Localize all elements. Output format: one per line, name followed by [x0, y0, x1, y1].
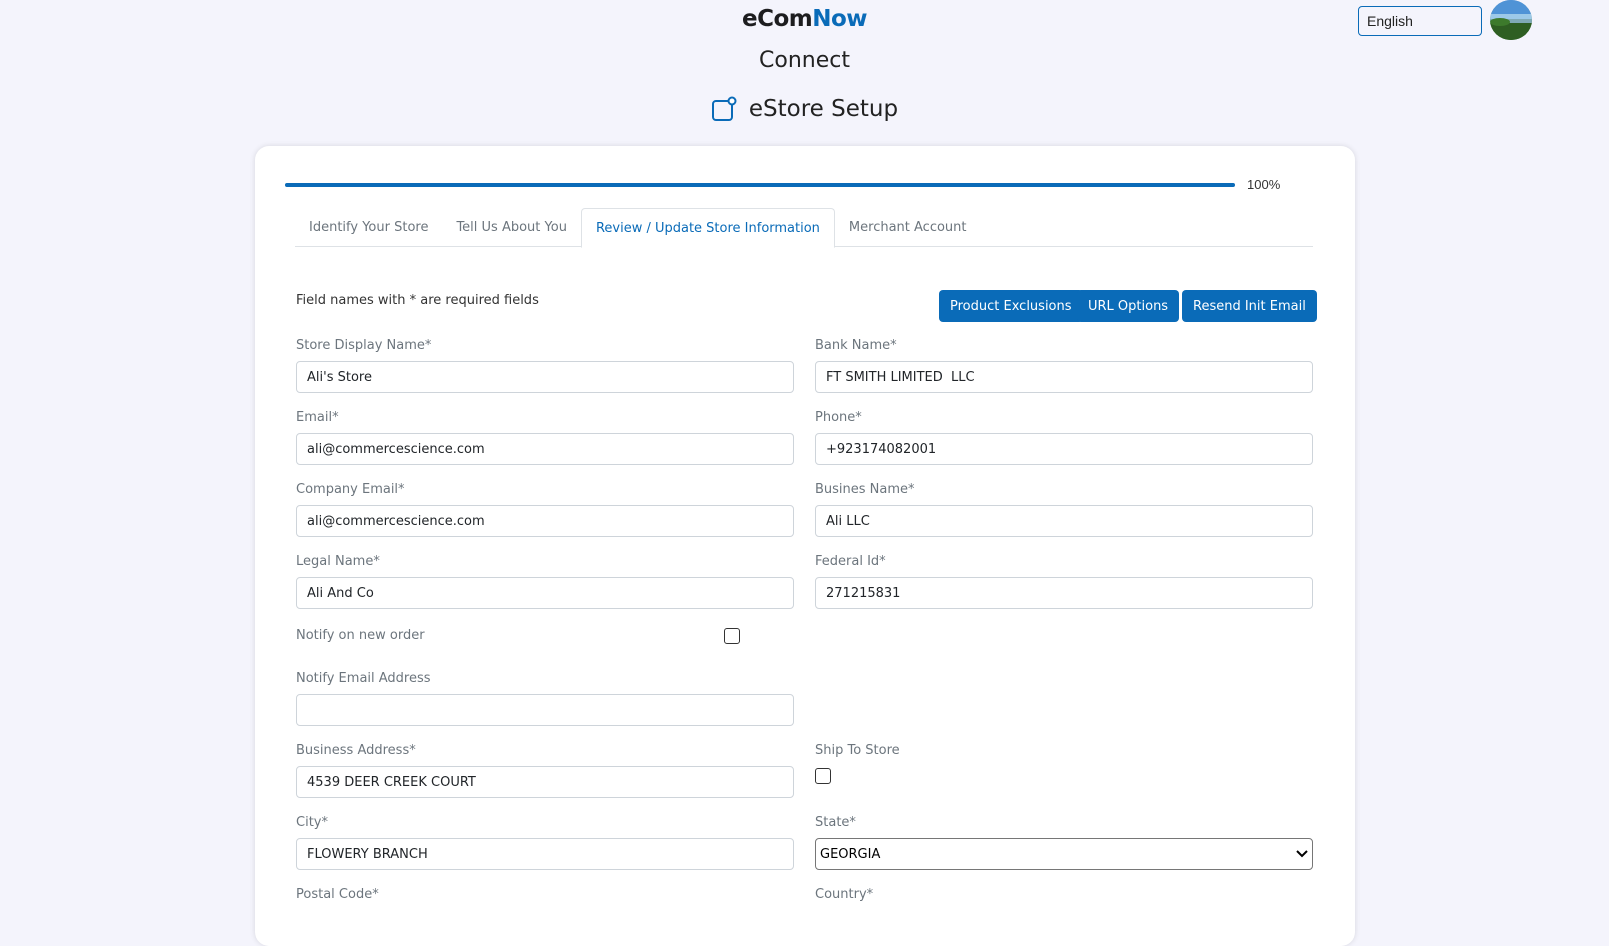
page-title-text: eStore Setup: [748, 96, 899, 122]
company-email-group: Company Email*: [296, 482, 794, 537]
postal-code-group: Postal Code*: [296, 887, 794, 910]
postal-code-label: Postal Code*: [296, 887, 379, 902]
email-label: Email*: [296, 410, 339, 425]
external-edit-icon: [711, 96, 737, 122]
user-avatar[interactable]: [1490, 0, 1532, 40]
tab-review-update-store-information[interactable]: Review / Update Store Information: [580, 208, 835, 248]
notify-email-address-group: Notify Email Address: [296, 671, 794, 726]
page-title: eStore Setup: [0, 96, 1609, 122]
notify-on-new-order-label: Notify on new order: [296, 628, 425, 643]
logo-text-now: Now: [812, 6, 868, 32]
phone-label: Phone*: [815, 410, 862, 425]
city-input[interactable]: [296, 838, 794, 870]
ship-to-store-label: Ship To Store: [815, 743, 900, 758]
store-display-name-group: Store Display Name*: [296, 338, 794, 393]
legal-name-label: Legal Name*: [296, 554, 380, 569]
store-display-name-label: Store Display Name*: [296, 338, 432, 353]
tab-identify-your-store[interactable]: Identify Your Store: [295, 208, 442, 247]
notify-on-new-order-checkbox[interactable]: [724, 628, 740, 644]
notify-email-address-input[interactable]: [296, 694, 794, 726]
company-email-label: Company Email*: [296, 482, 405, 497]
progress-bar: [285, 183, 1235, 187]
business-address-group: Business Address*: [296, 743, 794, 798]
email-input[interactable]: [296, 433, 794, 465]
logo-text-ecom: eCom: [741, 6, 813, 32]
app-subtitle: Connect: [759, 48, 850, 73]
url-options-button[interactable]: URL Options: [1077, 290, 1180, 322]
store-display-name-input[interactable]: [296, 361, 794, 393]
notify-email-address-label: Notify Email Address: [296, 671, 431, 686]
setup-card: 100% Identify Your Store Tell Us About Y…: [255, 146, 1355, 946]
legal-name-input[interactable]: [296, 577, 794, 609]
email-group: Email*: [296, 410, 794, 465]
business-address-label: Business Address*: [296, 743, 416, 758]
federal-id-input[interactable]: [815, 577, 1313, 609]
federal-id-label: Federal Id*: [815, 554, 886, 569]
bank-name-group: Bank Name*: [815, 338, 1313, 393]
business-name-label: Busines Name*: [815, 482, 915, 497]
product-exclusions-button[interactable]: Product Exclusions: [939, 290, 1083, 322]
state-label: State*: [815, 815, 856, 830]
progress-bar-fill: [285, 183, 1235, 187]
city-group: City*: [296, 815, 794, 870]
ship-to-store-group: Ship To Store: [815, 743, 1313, 789]
resend-init-email-button[interactable]: Resend Init Email: [1182, 290, 1317, 322]
state-select[interactable]: GEORGIA: [815, 838, 1313, 870]
company-email-input[interactable]: [296, 505, 794, 537]
state-select-value: GEORGIA: [820, 846, 881, 862]
chevron-down-icon: [1296, 850, 1308, 858]
federal-id-group: Federal Id*: [815, 554, 1313, 609]
business-name-input[interactable]: [815, 505, 1313, 537]
required-fields-note: Field names with * are required fields: [296, 293, 539, 308]
language-select[interactable]: English: [1358, 6, 1482, 36]
progress-label: 100%: [1247, 177, 1281, 192]
tab-tell-us-about-you[interactable]: Tell Us About You: [442, 208, 580, 247]
country-group: Country*: [815, 887, 1313, 910]
setup-tabs: Identify Your Store Tell Us About You Re…: [295, 208, 1313, 248]
bank-name-label: Bank Name*: [815, 338, 897, 353]
phone-input[interactable]: [815, 433, 1313, 465]
bank-name-input[interactable]: [815, 361, 1313, 393]
business-name-group: Busines Name*: [815, 482, 1313, 537]
ship-to-store-checkbox[interactable]: [815, 768, 831, 784]
state-group: State* GEORGIA: [815, 815, 1313, 870]
avatar-image-icon: [1490, 0, 1532, 40]
business-address-input[interactable]: [296, 766, 794, 798]
tab-merchant-account[interactable]: Merchant Account: [835, 208, 981, 247]
country-label: Country*: [815, 887, 874, 902]
notify-on-new-order-group: Notify on new order: [296, 626, 794, 651]
city-label: City*: [296, 815, 328, 830]
phone-group: Phone*: [815, 410, 1313, 465]
legal-name-group: Legal Name*: [296, 554, 794, 609]
